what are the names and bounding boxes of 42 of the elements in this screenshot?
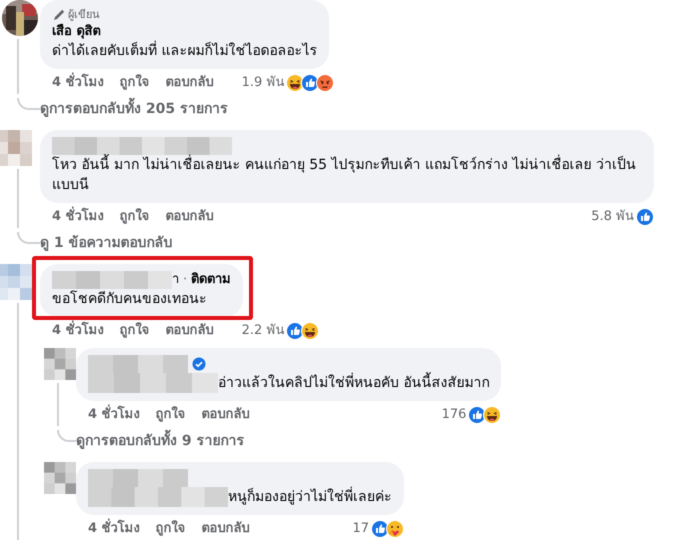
pen-icon — [52, 9, 64, 21]
laughing-reaction-icon[interactable] — [483, 406, 502, 424]
like-link[interactable]: ถูกใจ — [120, 321, 150, 341]
comment-text: โหว อันนี้ มาก ไม่น่าเชื่อเลยนะ คนแก่อายุ 55 ไปรุมกะทืบเค้า แถมโชว์กร่าง ไม่น่าเชื่อเลย ว่าเป็นแบบนี — [52, 155, 642, 195]
reaction-count: 17 — [352, 520, 369, 538]
like-link[interactable]: ถูกใจ — [156, 405, 186, 425]
timestamp: 4 ชั่วโมง — [52, 321, 104, 341]
author-label: ผู้เขียน — [68, 7, 100, 23]
like-link[interactable]: ถูกใจ — [120, 207, 150, 227]
view-replies-link[interactable]: ดูการตอบกลับทั้ง 9 รายการ — [76, 431, 244, 451]
separator: · — [183, 271, 188, 289]
timestamp: 4 ชั่วโมง — [52, 207, 104, 227]
timestamp: 4 ชั่วโมง — [88, 405, 140, 425]
timestamp: 4 ชั่วโมง — [88, 519, 140, 539]
view-replies-link[interactable]: ดู 1 ข้อความตอบกลับ — [40, 233, 172, 253]
reaction-count: 1.9 พัน — [242, 74, 284, 92]
timestamp: 4 ชั่วโมง — [52, 73, 104, 93]
reply-link[interactable]: ตอบกลับ — [202, 519, 250, 539]
reaction-count: 2.2 พัน — [242, 322, 284, 340]
like-link[interactable]: ถูกใจ — [156, 519, 186, 539]
follow-link[interactable]: ติดตาม — [191, 271, 232, 289]
comment-text: ด่าได้เลยคับเต็มที่ และผมก็ไม่ใช่ไอดอลอะไร — [52, 41, 318, 61]
comment-text: หนูก็มองอยู่ว่าไม่ใช่พี่เลยค่ะ — [228, 487, 392, 507]
thread-line — [17, 232, 40, 244]
comment-text: ขอโชคดีกับคนของเทอนะ — [52, 290, 207, 309]
reply-link[interactable]: ตอบกลับ — [166, 207, 214, 227]
author-name: า — [172, 271, 179, 289]
view-replies-link[interactable]: ดูการตอบกลับทั้ง 205 รายการ — [40, 99, 228, 119]
reply-link[interactable]: ตอบกลับ — [166, 321, 214, 341]
like-link[interactable]: ถูกใจ — [120, 73, 150, 93]
like-reaction-icon[interactable] — [636, 208, 654, 226]
reaction-count: 5.8 พัน — [591, 208, 634, 226]
thread-line — [57, 430, 76, 442]
hug-reaction-icon[interactable] — [386, 520, 404, 538]
author-name[interactable]: เสือ ดุสิต — [52, 23, 101, 41]
reply-link[interactable]: ตอบกลับ — [166, 73, 214, 93]
reaction-count: 176 — [442, 406, 466, 424]
laughing-reaction-icon[interactable] — [301, 322, 320, 340]
thread-line — [17, 98, 40, 110]
angry-reaction-icon[interactable] — [316, 74, 334, 92]
comment-text: อ่าวแล้วในคลิปไม่ใช่พี่หนอคับ อันนี้สงสัยมาก — [218, 373, 490, 393]
reply-link[interactable]: ตอบกลับ — [202, 405, 250, 425]
